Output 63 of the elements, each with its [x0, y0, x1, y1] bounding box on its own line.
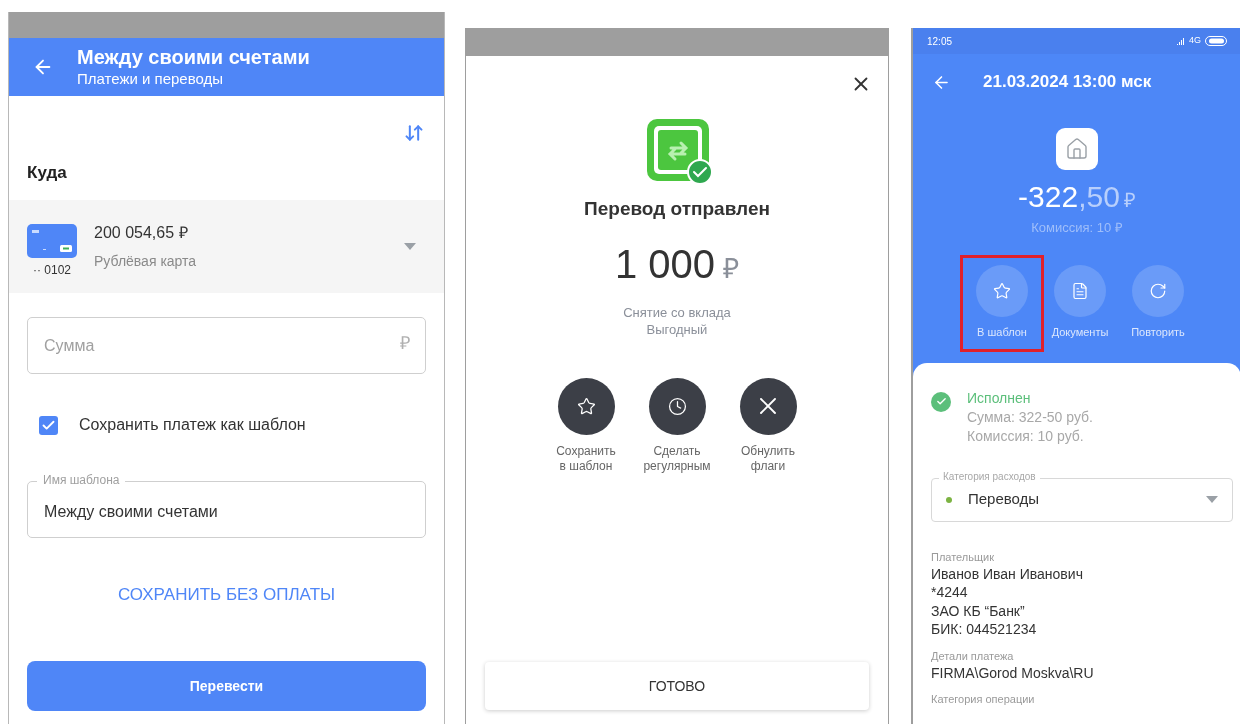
action-label: Повторить — [1131, 325, 1185, 341]
action-label: В шаблон — [977, 325, 1027, 341]
detail-value: Иванов Иван Иванович — [931, 564, 1084, 583]
done-button[interactable]: ГОТОВО — [485, 662, 869, 710]
transfer-button[interactable]: Перевести — [27, 661, 426, 711]
amount-fraction: ,50 — [1078, 182, 1120, 212]
card-number: ·· 0102 — [33, 262, 71, 279]
currency-sign: ₽ — [400, 334, 410, 352]
transfer-description: Выгодный — [646, 320, 708, 338]
repeat-icon — [1149, 282, 1167, 301]
action-label: Сохранить в шаблон — [556, 443, 616, 474]
star-icon — [576, 396, 596, 416]
clock-icon — [667, 396, 687, 416]
quick-action-button[interactable]: Сделать регулярным — [638, 377, 716, 474]
quick-action-button[interactable]: Обнулить флаги — [729, 377, 807, 474]
account-balance: 200 054,65 ₽ — [94, 223, 189, 243]
section-title: Куда — [27, 162, 67, 185]
account-selector[interactable]: ·· 0102 200 054,65 ₽ Рублёвая карта — [9, 200, 444, 293]
status-time: 12:05 — [927, 34, 953, 49]
house-icon — [1065, 137, 1089, 161]
star-icon — [993, 282, 1011, 301]
signal-icon — [1177, 37, 1185, 45]
detail-value: ЗАО КБ “Банк” — [931, 601, 1026, 620]
detail-label: Категория операции — [931, 692, 1036, 707]
field-label: Категория расходов — [939, 471, 1040, 482]
status-check-icon — [931, 391, 951, 412]
swap-button[interactable] — [404, 123, 424, 143]
screen-title: 21.03.2024 13:00 мск — [983, 71, 1152, 94]
dropdown-caret-icon — [404, 243, 416, 250]
transfer-amount: 1 000 — [614, 243, 716, 284]
currency-sign: ₽ — [723, 254, 740, 283]
transfer-description: Снятие со вклада — [623, 303, 731, 321]
account-name: Рублёвая карта — [94, 252, 198, 271]
dropdown-caret-icon — [1206, 496, 1218, 503]
status-label: Исполнен — [967, 388, 1032, 408]
field-value: Между своими счетами — [44, 501, 218, 522]
commission-text: Комиссия: 10 ₽ — [1030, 219, 1124, 237]
network-type: 4G — [1189, 34, 1201, 48]
checkbox-label: Сохранить платеж как шаблон — [79, 415, 306, 435]
currency-sign: ₽ — [1123, 190, 1136, 210]
battery-icon — [1205, 36, 1227, 46]
detail-value: БИК: 044521234 — [931, 620, 1038, 639]
detail-value: *4244 — [931, 583, 969, 602]
swap-icon — [404, 123, 424, 143]
document-icon — [1071, 282, 1089, 301]
action-label: Сделать регулярным — [643, 443, 711, 474]
screen-title: Между своими счетами — [77, 45, 310, 71]
success-title: Перевод отправлен — [583, 197, 771, 221]
quick-action-button[interactable]: Сохранить в шаблон — [547, 377, 625, 474]
detail-label: Детали платежа — [931, 648, 1015, 664]
field-label: Имя шаблона — [37, 474, 126, 486]
status-detail: Сумма: 322-50 руб. — [967, 407, 1093, 427]
bank-card-icon — [27, 224, 77, 258]
detail-label: Плательщик — [931, 549, 996, 565]
status-detail: Комиссия: 10 руб. — [967, 426, 1085, 446]
operation-amount: -322 — [1018, 182, 1079, 212]
detail-value: FIRMA\Gorod Moskva\RU — [931, 663, 1095, 682]
action-label: Обнулить флаги — [741, 443, 795, 474]
screen-subtitle: Платежи и переводы — [77, 70, 225, 89]
action-label: Документы — [1051, 325, 1109, 341]
save-template-checkbox[interactable] — [39, 415, 58, 435]
category-value: Переводы — [968, 489, 1041, 510]
save-without-payment-link[interactable]: СОХРАНИТЬ БЕЗ ОПЛАТЫ — [117, 582, 336, 608]
